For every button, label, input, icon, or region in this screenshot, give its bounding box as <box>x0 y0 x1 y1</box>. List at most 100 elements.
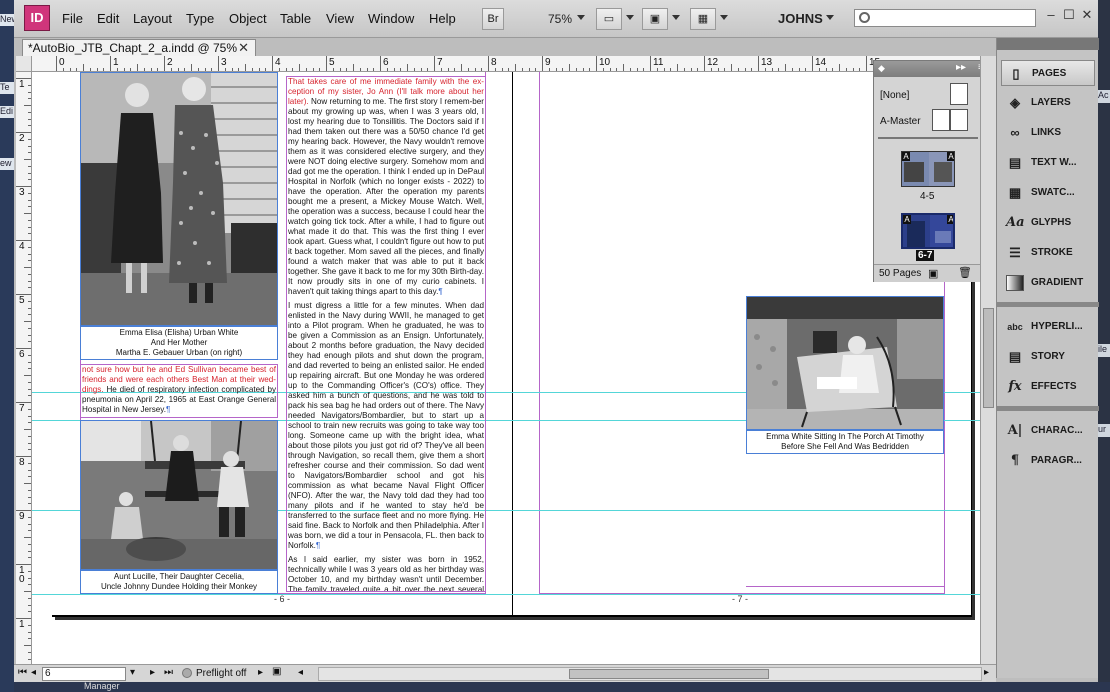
dock-story[interactable]: ▤ STORY <box>1001 344 1095 370</box>
ruler-guide[interactable] <box>32 594 980 595</box>
menu-edit[interactable]: Edit <box>97 11 119 26</box>
swatches-icon: ▦ <box>1008 185 1022 200</box>
text-frame-column-2[interactable]: That takes care of me immediate family w… <box>286 76 486 592</box>
last-page-icon[interactable]: ⏭ <box>164 667 173 678</box>
dock-swatches[interactable]: ▦ SWATC... <box>1001 180 1095 206</box>
arrange-dropdown-icon[interactable] <box>720 15 728 20</box>
screen-mode-icon[interactable]: ▣ <box>642 8 668 30</box>
panel-collapse-icon[interactable]: ◆ <box>878 63 885 74</box>
spread-6-7-thumb[interactable]: A A <box>901 213 955 249</box>
dock-character[interactable]: A| CHARAC... <box>1001 418 1095 444</box>
photo-family-swing-image <box>81 421 277 569</box>
caption-line: Emma White Sitting In The Porch At Timot… <box>766 432 924 441</box>
a-master-thumb-right[interactable] <box>950 109 968 131</box>
ruler-label: 13 <box>761 57 773 68</box>
taskbar-item[interactable]: Manager <box>84 681 120 691</box>
desktop-fragment: ur <box>1098 424 1110 437</box>
minimize-button[interactable]: – <box>1042 6 1060 24</box>
arrange-documents-icon[interactable]: ▦ <box>690 8 716 30</box>
open-file-icon[interactable]: ▣ <box>272 666 281 677</box>
horizontal-scrollbar[interactable] <box>318 667 982 681</box>
horizontal-ruler[interactable]: 0123456789101112131415 <box>32 56 980 72</box>
document-canvas[interactable]: Emma Elisa (Elisha) Urban White And Her … <box>32 72 980 664</box>
dock-gradient[interactable]: GRADIENT <box>1001 270 1095 296</box>
close-window-button[interactable]: ✕ <box>1078 6 1096 24</box>
pages-panel-header[interactable]: ◆ ▸▸ ≡ <box>874 61 994 77</box>
photo-two-women-image <box>81 73 277 325</box>
menu-file[interactable]: File <box>62 11 83 26</box>
dock-links[interactable]: ∞ LINKS <box>1001 120 1095 146</box>
indesign-logo-icon[interactable]: ID <box>24 5 50 31</box>
none-master-label[interactable]: [None] <box>880 90 909 101</box>
ruler-origin[interactable] <box>16 56 32 72</box>
page-dropdown-icon[interactable]: ▾ <box>130 667 135 678</box>
photo-woman-porch[interactable] <box>746 296 944 430</box>
document-tab[interactable]: *AutoBio_JTB_Chapt_2_a.indd @ 75% ✕ <box>22 39 256 56</box>
indesign-window: New Te Edi ew Ac ile ur ID File Edit Lay… <box>0 0 1110 692</box>
taskbar: Manager <box>14 681 1110 692</box>
ruler-minor-tick <box>83 64 84 71</box>
panel-expand-icon[interactable]: ▸▸ <box>956 62 966 73</box>
none-master-thumb[interactable] <box>950 83 968 105</box>
bridge-button[interactable]: Br <box>482 8 504 30</box>
ruler-minor-tick <box>515 64 516 71</box>
next-page-icon[interactable]: ▸ <box>150 667 155 678</box>
panel-divider[interactable] <box>878 137 978 139</box>
close-tab-icon[interactable]: ✕ <box>238 40 249 56</box>
page-number-field[interactable]: 6 <box>42 667 126 681</box>
photo-two-women[interactable] <box>80 72 278 326</box>
dock-hyperlinks[interactable]: abc HYPERLI... <box>1001 314 1095 340</box>
dock-text-wrap[interactable]: ▤ TEXT W... <box>1001 150 1095 176</box>
screen-mode-dropdown-icon[interactable] <box>672 15 680 20</box>
a-master-label[interactable]: A-Master <box>880 116 921 127</box>
ruler-label: 1 <box>113 57 119 68</box>
view-options-icon[interactable]: ▭ <box>596 8 622 30</box>
dock-stroke[interactable]: ☰ STROKE <box>1001 240 1095 266</box>
search-input[interactable] <box>854 9 1036 27</box>
ruler-tick <box>758 56 759 71</box>
zoom-level[interactable]: 75% <box>548 12 572 26</box>
menu-table[interactable]: Table <box>280 11 311 26</box>
horizontal-scroll-thumb[interactable] <box>569 669 769 679</box>
new-page-icon[interactable]: ▣ <box>928 267 938 280</box>
desktop-right-edge: Ac ile ur <box>1098 0 1110 692</box>
delete-page-icon[interactable]: 🗑 <box>958 266 972 279</box>
spread-4-5-thumb[interactable]: A A <box>901 151 955 187</box>
preflight-status-icon[interactable] <box>182 668 192 678</box>
pages-panel[interactable]: ◆ ▸▸ ≡ [None] A-Master A A 4-5 A A 6-7 <box>873 60 995 282</box>
scroll-right-icon[interactable]: ▸ <box>984 667 989 678</box>
dock-separator <box>997 302 1099 307</box>
view-options-dropdown-icon[interactable] <box>626 15 634 20</box>
menu-object[interactable]: Object <box>229 11 267 26</box>
menu-view[interactable]: View <box>326 11 354 26</box>
dock-layers[interactable]: ◈ LAYERS <box>1001 90 1095 116</box>
menu-layout[interactable]: Layout <box>133 11 172 26</box>
zoom-dropdown-icon[interactable] <box>577 15 585 20</box>
maximize-button[interactable]: ☐ <box>1060 6 1078 24</box>
menu-type[interactable]: Type <box>186 11 214 26</box>
scroll-left-icon[interactable]: ◂ <box>298 667 303 678</box>
previous-page-icon[interactable]: ◂ <box>31 667 36 678</box>
preflight-label[interactable]: Preflight off <box>196 668 246 679</box>
vertical-ruler[interactable]: 1234567891 011 2 <box>16 72 32 664</box>
dock-header[interactable] <box>997 38 1099 50</box>
text-frame-column-1[interactable]: not sure how but he and Ed Sullivan beca… <box>80 364 278 418</box>
dock-paragraph[interactable]: ¶ PARAGR... <box>1001 448 1095 474</box>
dock-glyphs[interactable]: Aa GLYPHS <box>1001 210 1095 236</box>
dock-pages[interactable]: ▯ PAGES <box>1001 60 1095 86</box>
workspace-switcher[interactable]: JOHNS <box>778 11 823 26</box>
first-page-icon[interactable]: ⏮ <box>18 667 27 678</box>
workspace-dropdown-icon[interactable] <box>826 15 834 20</box>
menu-help[interactable]: Help <box>429 11 456 26</box>
vertical-scrollbar[interactable] <box>980 56 996 664</box>
menu-window[interactable]: Window <box>368 11 414 26</box>
caption-photo-two-women[interactable]: Emma Elisa (Elisha) Urban White And Her … <box>80 326 278 360</box>
caption-photo-family-swing[interactable]: Aunt Lucille, Their Daughter Cecelia, Un… <box>80 570 278 594</box>
a-master-thumb-left[interactable] <box>932 109 950 131</box>
vertical-scroll-thumb[interactable] <box>983 308 994 408</box>
photo-family-swing[interactable] <box>80 420 278 570</box>
caption-photo-woman-porch[interactable]: Emma White Sitting In The Porch At Timot… <box>746 430 944 454</box>
dock-effects[interactable]: fx EFFECTS <box>1001 374 1095 400</box>
margin-guide <box>539 72 540 594</box>
preflight-menu-icon[interactable]: ▸ <box>258 667 263 678</box>
